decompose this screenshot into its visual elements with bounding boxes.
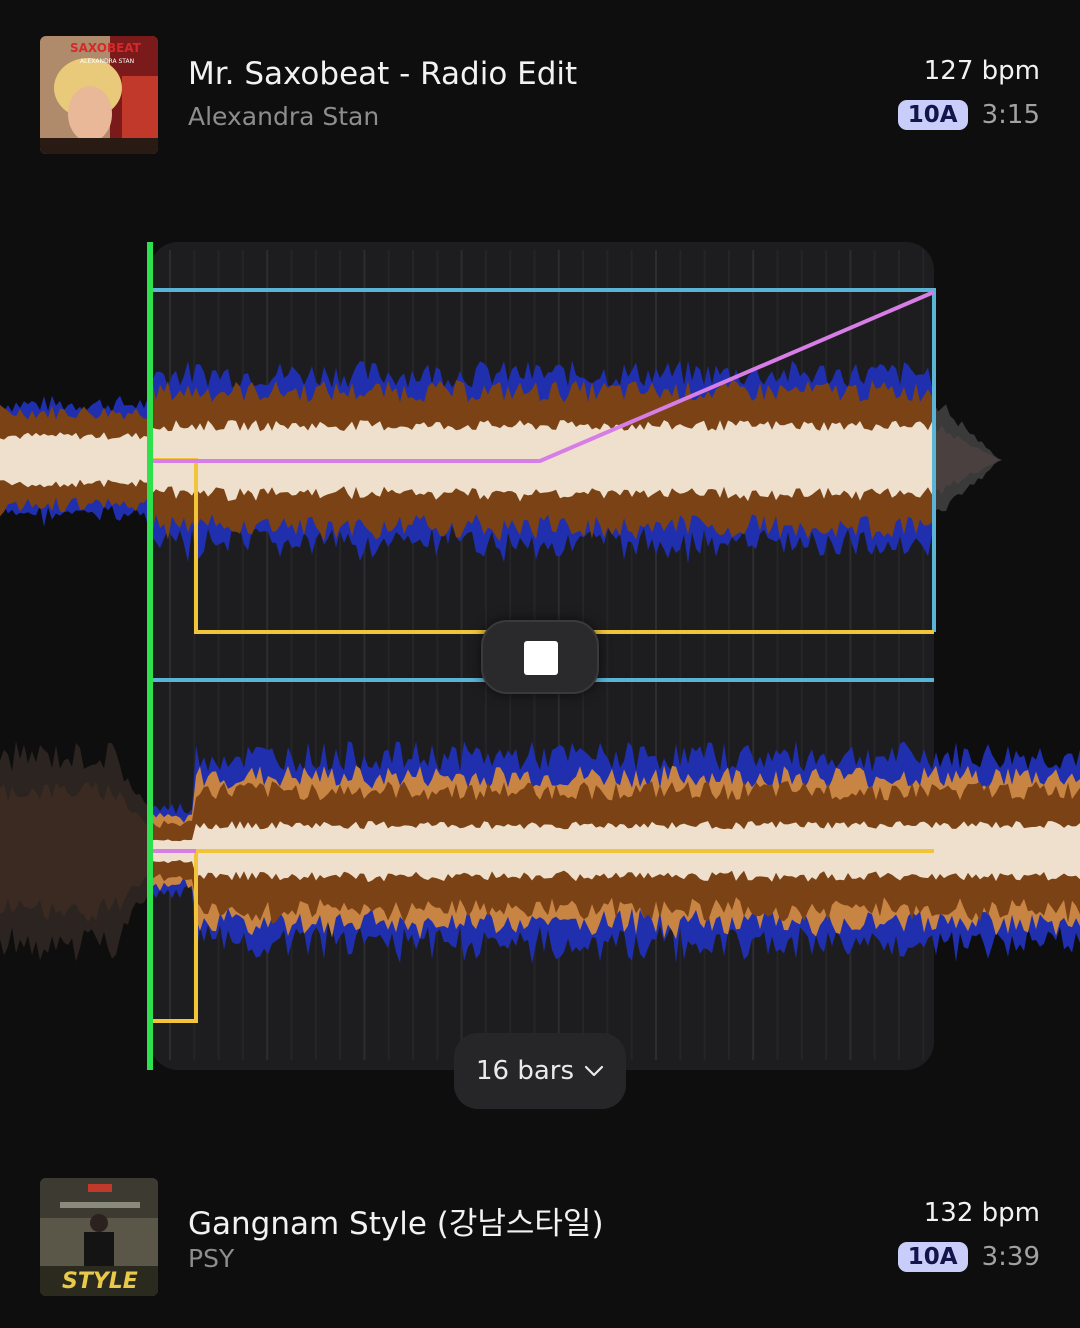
cover-title-text: SAXOBEAT <box>70 41 142 55</box>
track-duration: 3:15 <box>981 100 1040 130</box>
transition-length-label: 16 bars <box>475 1056 575 1086</box>
album-cover: SAXOBEAT ALEXANDRA STAN <box>40 36 158 154</box>
stop-button[interactable] <box>481 620 599 694</box>
key-badge: 10A <box>897 100 968 130</box>
album-cover: STYLE <box>40 1178 158 1296</box>
transition-length-dropdown[interactable]: 16 bars <box>454 1033 626 1109</box>
outgoing-track-header[interactable]: SAXOBEAT ALEXANDRA STAN Mr. Saxobeat - R… <box>0 30 1080 160</box>
track-artist: Alexandra Stan <box>188 102 380 131</box>
track-bpm: 132 bpm <box>923 1198 1040 1228</box>
chevron-down-icon <box>584 1065 604 1077</box>
track-duration: 3:39 <box>981 1242 1040 1272</box>
track-meta: 10A 3:39 <box>897 1242 1040 1272</box>
waveform-band <box>934 425 1018 495</box>
track-meta: 10A 3:15 <box>897 100 1040 130</box>
stop-icon <box>524 641 558 675</box>
incoming-track-header[interactable]: STYLE Gangnam Style (강남스타일) PSY 132 bpm … <box>0 1172 1080 1302</box>
track-title: Mr. Saxobeat - Radio Edit <box>188 56 578 92</box>
key-badge: 10A <box>897 1242 968 1272</box>
cover-title-text: STYLE <box>62 1269 138 1294</box>
waveform-band <box>0 432 148 488</box>
track-artist: PSY <box>188 1244 235 1273</box>
track-title: Gangnam Style (강남스타일) <box>188 1206 604 1242</box>
track-bpm: 127 bpm <box>923 56 1040 86</box>
cover-artist-text: ALEXANDRA STAN <box>80 58 134 65</box>
